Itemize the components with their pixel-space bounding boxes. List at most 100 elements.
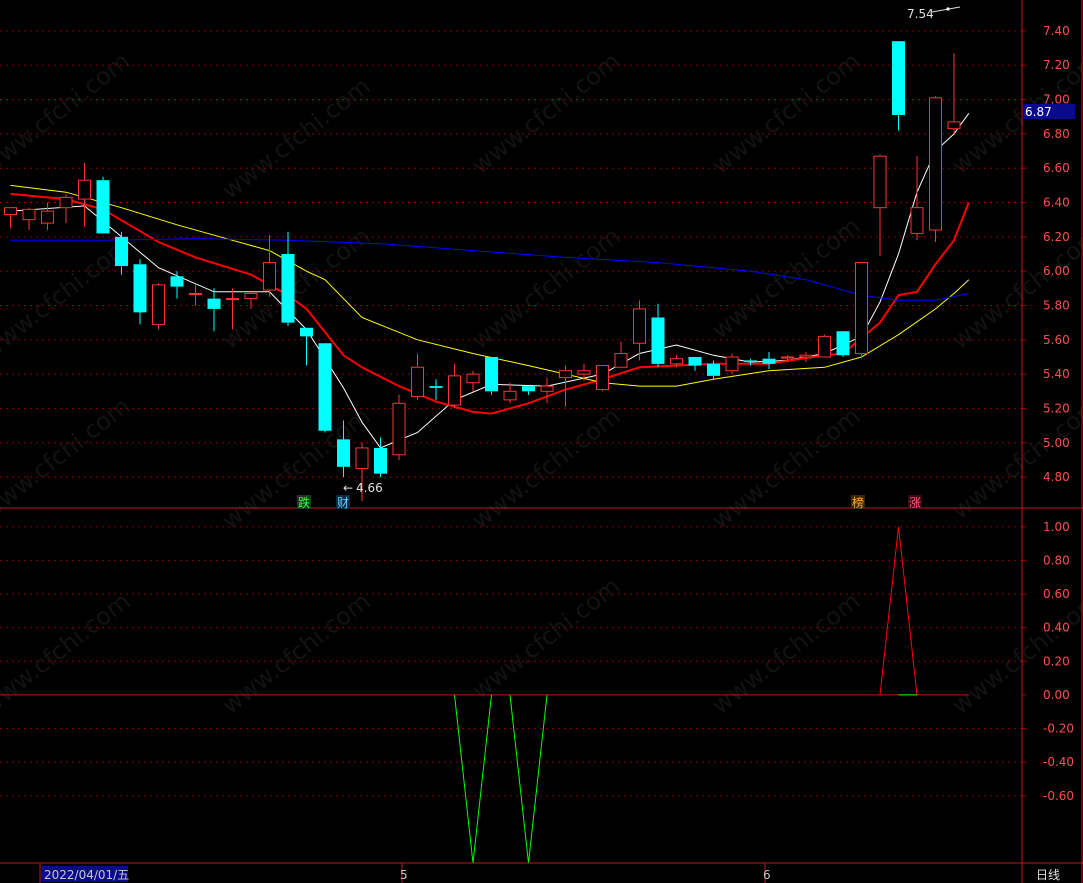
watermark-text: www.cfchi.com bbox=[706, 402, 865, 535]
price-tick-label: 5.00 bbox=[1043, 436, 1070, 450]
price-tick-label: 6.80 bbox=[1043, 127, 1070, 141]
candle bbox=[799, 351, 813, 363]
candle bbox=[300, 327, 313, 366]
candle bbox=[96, 176, 110, 234]
candle bbox=[281, 231, 295, 327]
candle bbox=[559, 365, 572, 407]
candle-body-up bbox=[22, 208, 36, 221]
marker-die[interactable]: 跌 bbox=[298, 495, 310, 510]
candle-body-up bbox=[226, 298, 239, 301]
price-tick-label: 6.40 bbox=[1043, 196, 1070, 210]
candle bbox=[818, 334, 831, 358]
candle bbox=[392, 394, 406, 460]
candle-body-up bbox=[59, 196, 73, 209]
watermark-text: www.cfchi.com bbox=[466, 222, 625, 355]
indicator-tick-label: -0.40 bbox=[1043, 755, 1074, 769]
stock-chart: www.cfchi.com www.cfchi.com www.cfchi.com w… bbox=[0, 0, 1083, 883]
candle bbox=[892, 41, 905, 131]
candle bbox=[429, 379, 443, 400]
candle bbox=[503, 382, 517, 404]
candle-body-down bbox=[744, 360, 757, 363]
candle bbox=[189, 284, 202, 306]
indicator-tick-label: -0.20 bbox=[1043, 722, 1074, 736]
candle-body-up bbox=[799, 354, 813, 358]
candle-body-up bbox=[614, 353, 628, 368]
candle-body-up bbox=[503, 390, 517, 401]
indicator-tick-label: 1.00 bbox=[1043, 520, 1070, 534]
indicator-tick-label: 0.60 bbox=[1043, 587, 1070, 601]
candle bbox=[855, 262, 868, 357]
candle bbox=[448, 363, 461, 409]
indicator-grid bbox=[0, 526, 1022, 797]
candle-body-down bbox=[207, 298, 221, 309]
month-label-5: 5 bbox=[400, 868, 408, 882]
candle-body-up bbox=[596, 365, 609, 391]
candle-body-up bbox=[152, 284, 165, 325]
candle bbox=[4, 207, 17, 229]
candle bbox=[688, 356, 702, 371]
start-date: 2022/04/01/五 bbox=[44, 868, 129, 882]
candle bbox=[41, 202, 54, 230]
candle bbox=[873, 154, 887, 256]
indicator-tick-label: 0.00 bbox=[1043, 688, 1070, 702]
candle bbox=[577, 363, 591, 381]
price-tick-label: 6.20 bbox=[1043, 230, 1070, 244]
indicator-spike bbox=[454, 694, 492, 864]
candle-body-up bbox=[263, 262, 276, 291]
price-tick-label: 5.20 bbox=[1043, 401, 1070, 415]
candle bbox=[522, 386, 535, 395]
marker-cai[interactable]: 财 bbox=[337, 496, 349, 510]
candle-body-up bbox=[670, 358, 683, 365]
candle-body-down bbox=[281, 254, 295, 323]
low-annotation-arrow: ← bbox=[343, 481, 353, 495]
low-annotation: 4.66 bbox=[356, 481, 383, 495]
candle bbox=[910, 156, 924, 241]
candle bbox=[485, 356, 498, 395]
candle-body-down bbox=[300, 327, 313, 337]
candle-body-up bbox=[189, 292, 202, 295]
high-annotation-arrow bbox=[931, 6, 961, 13]
candle-body-down bbox=[522, 386, 535, 392]
indicator-panel: 1.00 0.80 0.60 0.40 0.20 0.00 -0.20 -0.40 -0.60 bbox=[0, 520, 1074, 864]
candle bbox=[59, 193, 73, 224]
candle-body-up bbox=[873, 155, 887, 209]
price-tick-label: 6.00 bbox=[1043, 264, 1070, 278]
indicator-spike bbox=[879, 526, 918, 695]
candle-body-down bbox=[133, 264, 147, 313]
watermark-text: www.cfchi.com bbox=[216, 402, 375, 535]
candle bbox=[596, 365, 609, 392]
candle-body-down bbox=[485, 356, 498, 392]
candle bbox=[540, 377, 554, 404]
candle bbox=[633, 300, 646, 361]
watermark-layer: www.cfchi.com www.cfchi.com www.cfchi.com w… bbox=[0, 47, 1083, 720]
price-tick-label: 6.60 bbox=[1043, 161, 1070, 175]
watermark-text: www.cfchi.com bbox=[0, 47, 135, 180]
indicator-spike bbox=[509, 694, 548, 864]
candle-body-down bbox=[374, 447, 387, 474]
candle-body-up bbox=[355, 447, 369, 470]
marker-bang[interactable]: 榜 bbox=[852, 495, 864, 510]
price-grid bbox=[0, 30, 1022, 478]
candle-body-up bbox=[855, 262, 868, 355]
candle-body-up bbox=[392, 402, 406, 456]
candle-body-down bbox=[707, 363, 720, 376]
candle-body-down bbox=[337, 439, 350, 467]
candle-body-up bbox=[4, 207, 17, 216]
watermark-text: www.cfchi.com bbox=[216, 72, 375, 205]
indicator-tick-label: -0.60 bbox=[1043, 789, 1074, 803]
period-button[interactable]: 日线 bbox=[1036, 868, 1060, 882]
price-panel: 7.407.207.006.806.606.406.206.005.805.60… bbox=[0, 24, 1070, 502]
price-badge: 6.87 bbox=[1025, 105, 1052, 119]
candle-body-up bbox=[781, 356, 794, 359]
candle-body-up bbox=[947, 121, 961, 130]
candle-body-down bbox=[836, 331, 850, 356]
marker-zhang[interactable]: 涨 bbox=[909, 495, 921, 510]
watermark-text: www.cfchi.com bbox=[0, 587, 135, 720]
price-tick-label: 5.40 bbox=[1043, 367, 1070, 381]
price-tick-label: 5.60 bbox=[1043, 333, 1070, 347]
watermark-text: www.cfchi.com bbox=[466, 572, 625, 705]
watermark-text: www.cfchi.com bbox=[466, 47, 625, 180]
candle-body-up bbox=[78, 179, 91, 200]
indicator-tick-label: 0.80 bbox=[1043, 553, 1070, 567]
candle-body-up bbox=[577, 370, 591, 375]
